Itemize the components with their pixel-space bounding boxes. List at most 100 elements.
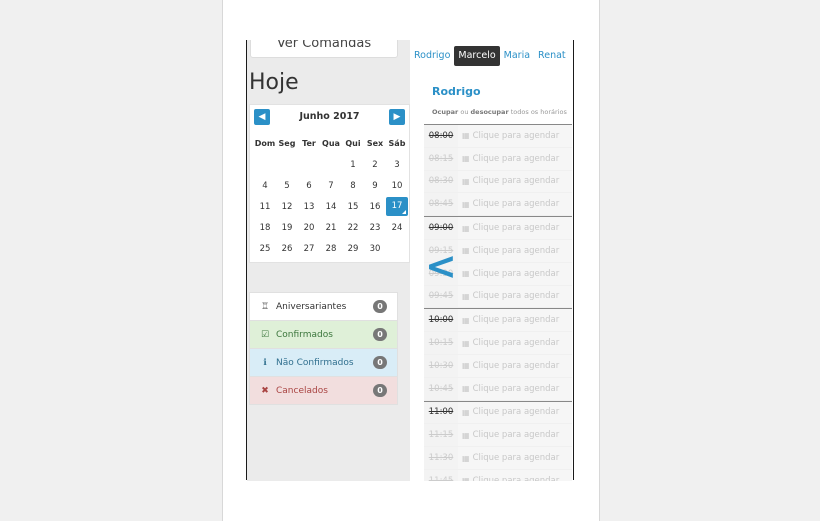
schedule-slot[interactable]: 08:45 ▦ Clique para agendar	[424, 193, 572, 217]
calendar-day[interactable]: 6	[298, 181, 320, 191]
schedule-slot[interactable]: 11:15 ▦ Clique para agendar	[424, 424, 572, 448]
user-remove-icon: ✖	[261, 385, 269, 396]
slot-action[interactable]: ▦ Clique para agendar	[458, 309, 572, 332]
count-badge: 0	[373, 300, 387, 313]
calendar-day[interactable]: 22	[342, 223, 364, 233]
weekday-label: Qua	[322, 139, 340, 148]
calendar-icon: ▦	[462, 176, 470, 186]
professional-name: Rodrigo	[432, 85, 481, 98]
stat-item[interactable]: ♖ Aniversariantes 0	[249, 292, 398, 320]
calendar-day[interactable]: 12	[276, 202, 298, 212]
calendar-day[interactable]: 9	[364, 181, 386, 191]
schedule-slot[interactable]: 08:30 ▦ Clique para agendar	[424, 170, 572, 194]
calendar-day[interactable]: 27	[298, 244, 320, 254]
stat-item[interactable]: ✖ Cancelados 0	[249, 376, 398, 405]
tab-professional[interactable]: Maria	[500, 46, 534, 66]
schedule-slot[interactable]: 11:45 ▦ Clique para agendar	[424, 469, 572, 481]
slot-action[interactable]: ▦ Clique para agendar	[458, 147, 572, 170]
calendar-row: Dom Seg Ter Qua Qui Sex Sáb	[254, 133, 408, 154]
ver-comandas-button[interactable]: Ver Comandas	[250, 40, 398, 58]
calendar-next-icon[interactable]: ▶	[389, 109, 405, 125]
schedule-slot[interactable]: 11:00 ▦ Clique para agendar	[424, 400, 572, 425]
weekday-label: Ter	[302, 139, 316, 148]
unoccupy-link[interactable]: desocupar	[471, 108, 509, 116]
slot-time: 10:45	[424, 377, 458, 400]
schedule-slot[interactable]: 10:30 ▦ Clique para agendar	[424, 354, 572, 378]
slot-action[interactable]: ▦ Clique para agendar	[458, 193, 572, 216]
calendar-day[interactable]: 2	[364, 160, 386, 170]
slot-time: 11:00	[424, 401, 458, 424]
calendar-day[interactable]: 8	[342, 181, 364, 191]
schedule-slot[interactable]: 10:45 ▦ Clique para agendar	[424, 377, 572, 401]
calendar-icon: ▦	[462, 407, 470, 417]
calendar-day[interactable]: 21	[320, 223, 342, 233]
calendar-icon: ▦	[462, 453, 470, 463]
calendar-row: 4 5 6 7 8 9 10	[254, 175, 408, 196]
cake-icon: ♖	[260, 301, 270, 312]
calendar-day[interactable]: 15	[342, 202, 364, 212]
slot-action-label: Clique para agendar	[472, 291, 560, 302]
schedule-slot[interactable]: 11:30 ▦ Clique para agendar	[424, 447, 572, 470]
calendar-day[interactable]: 18	[254, 223, 276, 233]
occupy-link[interactable]: Ocupar	[432, 108, 458, 116]
professional-tabs: Rodrigo Marcelo Maria Renat	[410, 46, 573, 68]
slot-action-label: Clique para agendar	[472, 176, 560, 187]
left-pane: Ver Comandas Hoje ◀ Junho 2017 ▶ Dom Seg T…	[247, 40, 410, 481]
schedule-slot[interactable]: 08:00 ▦ Clique para agendar	[424, 124, 572, 148]
slot-time: 08:00	[424, 125, 458, 147]
slot-action[interactable]: ▦ Clique para agendar	[458, 217, 572, 239]
calendar-day[interactable]: 3	[386, 160, 408, 170]
slot-action-label: Clique para agendar	[472, 453, 560, 464]
calendar-day[interactable]: 10	[386, 181, 408, 191]
occupy-hint: Ocupar ou desocupar todos os horários	[432, 108, 567, 116]
schedule-slot[interactable]: 10:15 ▦ Clique para agendar	[424, 332, 572, 355]
slot-action[interactable]: ▦ Clique para agendar	[458, 262, 572, 285]
slot-action[interactable]: ▦ Clique para agendar	[458, 332, 572, 354]
weekday-label: Sex	[366, 139, 384, 148]
calendar-day[interactable]: 16	[364, 202, 386, 212]
slot-action[interactable]: ▦ Clique para agendar	[458, 469, 572, 481]
slot-action[interactable]: ▦ Clique para agendar	[458, 170, 572, 193]
schedule-slot[interactable]: 09:45 ▦ Clique para agendar	[424, 285, 572, 309]
slot-action[interactable]: ▦ Clique para agendar	[458, 447, 572, 469]
calendar-day[interactable]: 24	[386, 223, 408, 233]
weekday-label: Sáb	[388, 139, 406, 148]
calendar-day[interactable]: 1	[342, 160, 364, 170]
chevron-left-icon[interactable]: <	[425, 247, 457, 285]
calendar-day[interactable]: 20	[298, 223, 320, 233]
calendar-day[interactable]: 30	[364, 244, 386, 254]
calendar-day[interactable]: 28	[320, 244, 342, 254]
page-title: Hoje	[249, 70, 299, 95]
calendar-day[interactable]: 25	[254, 244, 276, 254]
calendar-day[interactable]: 7	[320, 181, 342, 191]
slot-action-label: Clique para agendar	[472, 223, 560, 234]
slot-action[interactable]: ▦ Clique para agendar	[458, 377, 572, 400]
slot-action-label: Clique para agendar	[472, 268, 560, 279]
slot-action[interactable]: ▦ Clique para agendar	[458, 401, 572, 424]
slot-action[interactable]: ▦ Clique para agendar	[458, 285, 572, 308]
schedule-slot[interactable]: 08:15 ▦ Clique para agendar	[424, 147, 572, 171]
tab-professional[interactable]: Renat	[534, 46, 570, 66]
calendar-day[interactable]: 4	[254, 181, 276, 191]
tab-professional[interactable]: Marcelo	[454, 46, 500, 66]
slot-action[interactable]: ▦ Clique para agendar	[458, 424, 572, 447]
calendar-day[interactable]: 17	[386, 197, 408, 216]
slot-action[interactable]: ▦ Clique para agendar	[458, 354, 572, 377]
calendar-day[interactable]: 29	[342, 244, 364, 254]
calendar-day[interactable]: 13	[298, 202, 320, 212]
calendar-icon: ▦	[462, 154, 470, 164]
calendar-day[interactable]: 23	[364, 223, 386, 233]
stat-item[interactable]: ℹ Não Confirmados 0	[249, 348, 398, 376]
stat-item[interactable]: ☑ Confirmados 0	[249, 320, 398, 348]
calendar-day[interactable]: 11	[254, 202, 276, 212]
tab-professional[interactable]: Rodrigo	[410, 46, 454, 66]
slot-action[interactable]: ▦ Clique para agendar	[458, 125, 572, 147]
calendar-day[interactable]: 14	[320, 202, 342, 212]
schedule-slot[interactable]: 09:00 ▦ Clique para agendar	[424, 216, 572, 240]
slot-action-label: Clique para agendar	[472, 383, 560, 394]
calendar-day[interactable]: 5	[276, 181, 298, 191]
calendar-day[interactable]: 26	[276, 244, 298, 254]
schedule-slot[interactable]: 10:00 ▦ Clique para agendar	[424, 308, 572, 333]
slot-action[interactable]: ▦ Clique para agendar	[458, 239, 572, 262]
calendar-day[interactable]: 19	[276, 223, 298, 233]
